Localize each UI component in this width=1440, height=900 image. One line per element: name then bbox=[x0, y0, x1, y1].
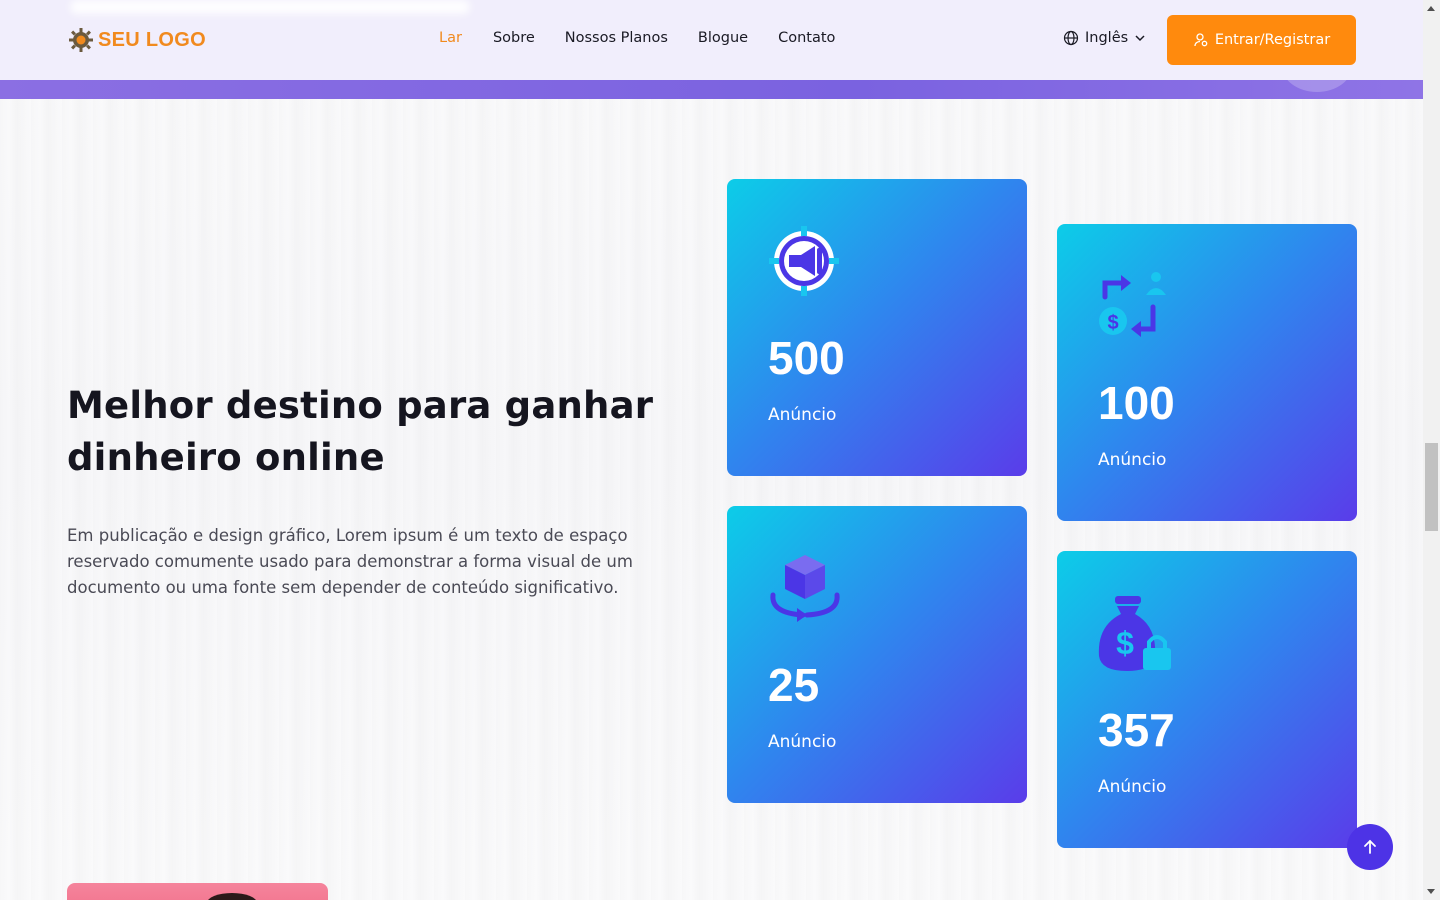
stat-card: $ 357 Anúncio bbox=[1057, 551, 1357, 848]
hero-description: Em publicação e design gráfico, Lorem ip… bbox=[67, 526, 633, 597]
nav-item-contato[interactable]: Contato bbox=[778, 30, 835, 46]
stat-value: 500 bbox=[768, 332, 845, 384]
stat-label: Anúncio bbox=[1098, 450, 1167, 470]
section-image-preview bbox=[67, 883, 328, 900]
stat-label: Anúncio bbox=[768, 405, 837, 425]
login-register-button[interactable]: Entrar/Registrar bbox=[1167, 15, 1356, 65]
stat-value: 100 bbox=[1098, 377, 1175, 429]
svg-text:$: $ bbox=[1116, 625, 1134, 661]
nav-item-nossos-planos[interactable]: Nossos Planos bbox=[565, 30, 668, 46]
logo-gear-icon bbox=[69, 28, 93, 52]
logo-text: SEU LOGO bbox=[98, 28, 206, 51]
nav-item-sobre[interactable]: Sobre bbox=[493, 30, 535, 46]
scroll-to-top-button[interactable] bbox=[1347, 824, 1393, 870]
user-icon bbox=[1194, 33, 1208, 47]
site-header: SEU LOGO Lar Sobre Nossos Planos Blogue … bbox=[0, 0, 1423, 80]
person-photo-fragment bbox=[207, 893, 257, 900]
header-highlight bbox=[70, 0, 470, 14]
nav-item-blogue[interactable]: Blogue bbox=[698, 30, 748, 46]
nav-item-lar[interactable]: Lar bbox=[439, 30, 462, 46]
scroll-down-arrow-icon[interactable] bbox=[1427, 889, 1435, 894]
login-register-label: Entrar/Registrar bbox=[1214, 32, 1331, 48]
arrow-up-icon bbox=[1364, 839, 1376, 854]
stat-card: 25 Anúncio bbox=[727, 506, 1027, 803]
stat-value: 25 bbox=[768, 659, 820, 711]
money-exchange-icon: $ bbox=[1099, 272, 1166, 337]
megaphone-target-icon bbox=[769, 226, 839, 296]
site-logo[interactable]: SEU LOGO bbox=[68, 27, 206, 53]
page-scrollbar[interactable] bbox=[1423, 0, 1440, 900]
stat-card: 500 Anúncio bbox=[727, 179, 1027, 476]
scroll-up-arrow-icon[interactable] bbox=[1427, 6, 1435, 11]
globe-icon bbox=[1063, 30, 1079, 46]
stat-label: Anúncio bbox=[1098, 777, 1167, 797]
scrollbar-thumb[interactable] bbox=[1425, 443, 1438, 531]
language-selector[interactable]: Inglês bbox=[1063, 30, 1146, 46]
money-bag-lock-icon: $ bbox=[1098, 596, 1171, 671]
chevron-down-icon bbox=[1135, 35, 1145, 42]
hero-headline: Melhor destino para ganhar dinheiro onli… bbox=[67, 384, 654, 479]
stat-value: 357 bbox=[1098, 704, 1175, 756]
main-nav: Lar Sobre Nossos Planos Blogue Contato bbox=[439, 30, 835, 46]
stat-label: Anúncio bbox=[768, 732, 837, 752]
language-label: Inglês bbox=[1085, 30, 1129, 46]
stat-card: $ 100 Anúncio bbox=[1057, 224, 1357, 521]
svg-text:$: $ bbox=[1107, 312, 1118, 334]
rotating-box-icon bbox=[770, 555, 840, 622]
